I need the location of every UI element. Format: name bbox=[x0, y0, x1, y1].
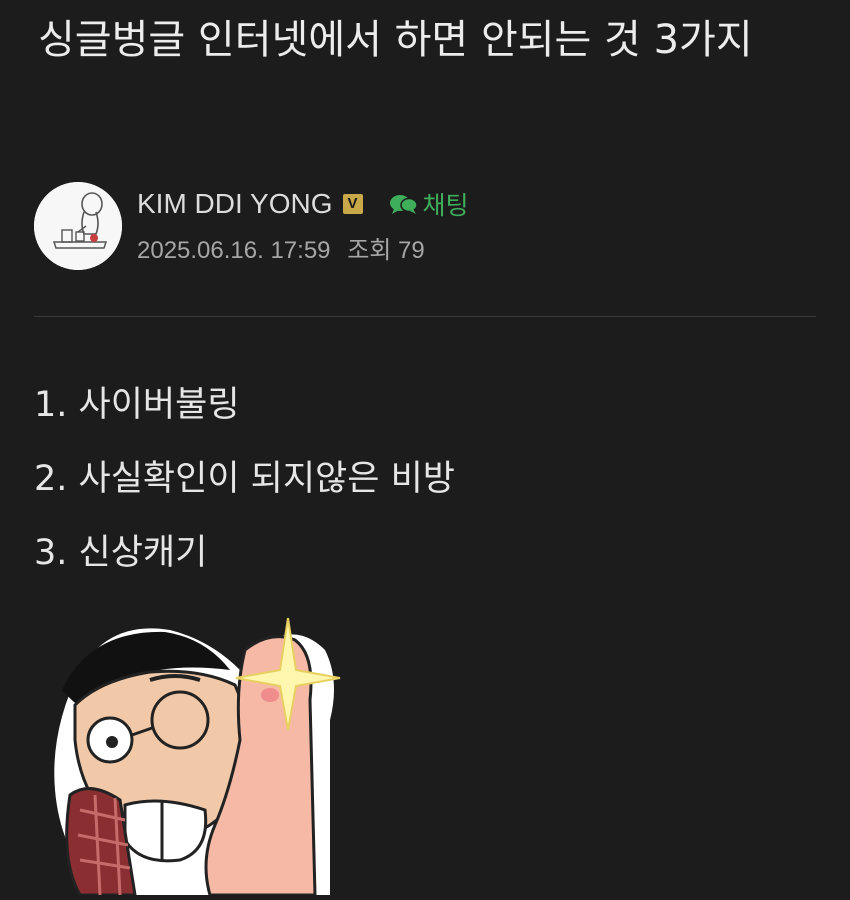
author-row: KIM DDI YONG V 채팅 2025.06.16. 17:59 조회 7… bbox=[34, 182, 469, 272]
list-item: 3. 신상캐기 bbox=[34, 533, 208, 573]
verified-badge-icon: V bbox=[342, 194, 363, 214]
list-item: 2. 사실확인이 되지않은 비방 bbox=[34, 459, 455, 499]
view-count: 조회 79 bbox=[347, 237, 425, 264]
post-body-list: 1. 사이버불링 2. 사실확인이 되지않은 비방 3. 신상캐기 bbox=[34, 368, 455, 590]
chat-label: 채팅 bbox=[422, 191, 469, 220]
post-date: 2025.06.16. 17:59 bbox=[137, 237, 331, 264]
chat-bubbles-icon bbox=[389, 195, 418, 214]
post-page: 싱글벙글 인터넷에서 하면 안되는 것 3가지 KIM DDI YONG V 채… bbox=[0, 0, 850, 900]
divider bbox=[34, 316, 816, 317]
post-meta: 2025.06.16. 17:59 조회 79 bbox=[137, 230, 469, 265]
author-name[interactable]: KIM DDI YONG bbox=[137, 188, 333, 220]
thumbs-up-sticker-image bbox=[40, 610, 350, 897]
post-title: 싱글벙글 인터넷에서 하면 안되는 것 3가지 bbox=[38, 17, 753, 63]
chat-button[interactable]: 채팅 bbox=[389, 186, 469, 222]
author-name-line: KIM DDI YONG V 채팅 bbox=[137, 184, 469, 224]
avatar[interactable] bbox=[34, 182, 122, 270]
list-item: 1. 사이버불링 bbox=[34, 385, 240, 425]
author-info: KIM DDI YONG V 채팅 2025.06.16. 17:59 조회 7… bbox=[137, 182, 469, 265]
